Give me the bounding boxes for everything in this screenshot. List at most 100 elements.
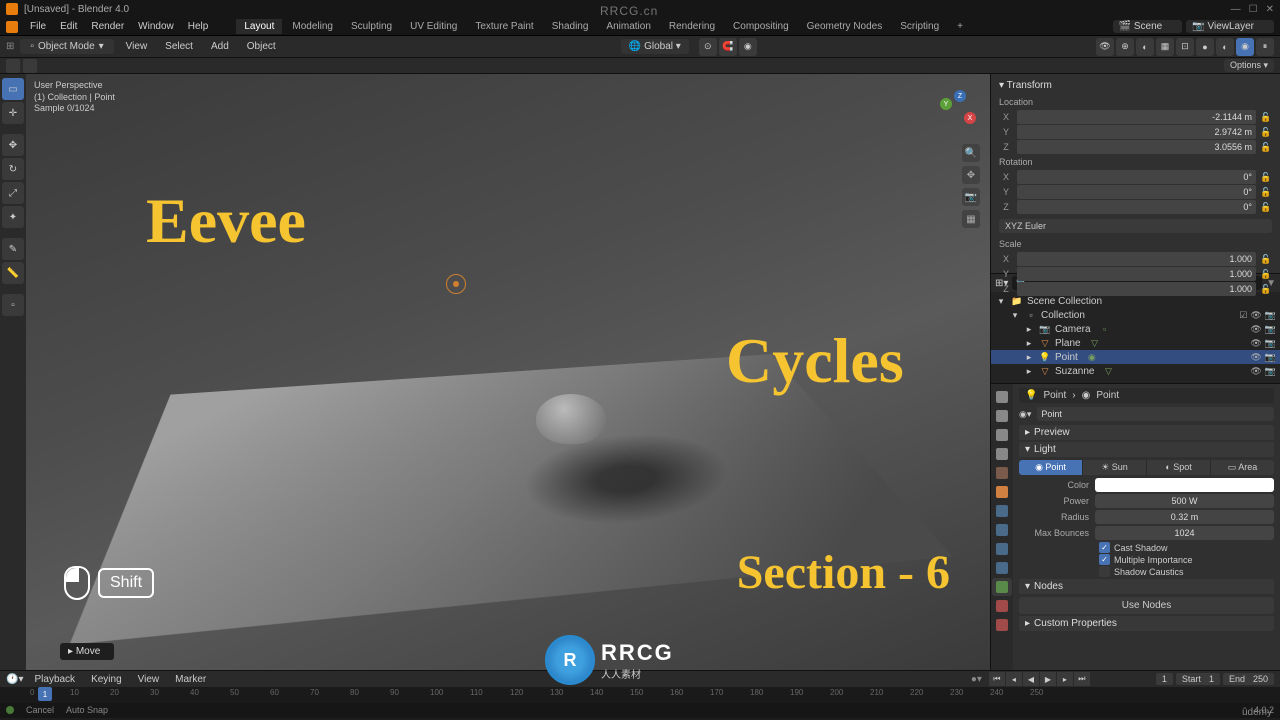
- rotate-tool[interactable]: ↻: [2, 158, 24, 180]
- lock-icon[interactable]: 🔓: [1260, 172, 1272, 183]
- cursor-tool[interactable]: ✛: [2, 102, 24, 124]
- tab-object[interactable]: [992, 483, 1012, 501]
- snap-icon[interactable]: 🧲: [719, 38, 737, 56]
- tab-scene[interactable]: [992, 445, 1012, 463]
- shading-rendered-icon[interactable]: ◉: [1236, 38, 1254, 56]
- tab-uv[interactable]: UV Editing: [402, 19, 465, 34]
- end-frame[interactable]: End 250: [1223, 673, 1274, 685]
- tab-shading[interactable]: Shading: [544, 19, 597, 34]
- tab-modeling[interactable]: Modeling: [284, 19, 341, 34]
- transform-tool[interactable]: ✦: [2, 206, 24, 228]
- 3d-viewport[interactable]: User Perspective (1) Collection | Point …: [26, 74, 990, 670]
- menu-help[interactable]: Help: [182, 20, 215, 33]
- timeline-mode-icon[interactable]: 🕐▾: [6, 674, 23, 685]
- custom-props-header[interactable]: ▸ Custom Properties: [1019, 616, 1274, 631]
- tab-rendering[interactable]: Rendering: [661, 19, 723, 34]
- lock-icon[interactable]: 🔓: [1260, 254, 1272, 265]
- outliner-collection[interactable]: ▾▫Collection☑👁📷: [991, 308, 1280, 322]
- cast-shadow-checkbox[interactable]: ✓: [1099, 542, 1110, 553]
- lock-icon[interactable]: 🔓: [1260, 127, 1272, 138]
- play-icon[interactable]: ▶: [1040, 672, 1056, 686]
- menu-view-tl[interactable]: View: [133, 673, 165, 686]
- multiple-importance-checkbox[interactable]: ✓: [1099, 554, 1110, 565]
- tab-layout[interactable]: Layout: [236, 19, 282, 34]
- tab-viewlayer[interactable]: [992, 426, 1012, 444]
- menu-keying[interactable]: Keying: [86, 673, 127, 686]
- menu-view[interactable]: View: [120, 40, 154, 53]
- shadow-caustics-checkbox[interactable]: [1099, 566, 1110, 577]
- scl-x[interactable]: 1.000: [1017, 252, 1256, 266]
- mode-selector[interactable]: ▫ Object Mode ▾: [20, 39, 113, 54]
- menu-playback[interactable]: Playback: [29, 673, 80, 686]
- rot-x[interactable]: 0°: [1017, 170, 1256, 184]
- viewlayer-selector[interactable]: 📷 ViewLayer: [1186, 20, 1274, 33]
- outliner-suzanne[interactable]: ▸▽Suzanne▽👁📷: [991, 364, 1280, 378]
- menu-render[interactable]: Render: [85, 20, 130, 33]
- transform-header[interactable]: ▾ Transform: [991, 78, 1280, 93]
- lock-icon[interactable]: 🔓: [1260, 269, 1272, 280]
- rot-z[interactable]: 0°: [1017, 200, 1256, 214]
- tab-compositing[interactable]: Compositing: [725, 19, 797, 34]
- axis-x[interactable]: X: [964, 112, 976, 124]
- playhead[interactable]: 1: [38, 687, 52, 701]
- navigation-gizmo[interactable]: Z Y X: [936, 90, 980, 134]
- axis-y[interactable]: Y: [940, 98, 952, 110]
- tab-render[interactable]: [992, 388, 1012, 406]
- perspective-icon[interactable]: ▦: [962, 210, 980, 228]
- scale-tool[interactable]: ⤢: [2, 182, 24, 204]
- properties-breadcrumb[interactable]: 💡Point › ◉Point: [1019, 388, 1274, 403]
- menu-marker[interactable]: Marker: [170, 673, 211, 686]
- menu-file[interactable]: File: [24, 20, 52, 33]
- light-gizmo[interactable]: [446, 274, 466, 294]
- outliner-camera[interactable]: ▸📷Camera▫👁📷: [991, 322, 1280, 336]
- axis-z[interactable]: Z: [954, 90, 966, 102]
- tab-animation[interactable]: Animation: [598, 19, 658, 34]
- color-swatch[interactable]: [1095, 478, 1274, 492]
- menu-add[interactable]: Add: [205, 40, 235, 53]
- tab-particles[interactable]: [992, 521, 1012, 539]
- outliner-plane[interactable]: ▸▽Plane▽👁📷: [991, 336, 1280, 350]
- light-header[interactable]: ▾ Light: [1019, 442, 1274, 457]
- tab-geonodes[interactable]: Geometry Nodes: [799, 19, 891, 34]
- visibility-icon[interactable]: 👁: [1096, 38, 1114, 56]
- maxbounces-field[interactable]: 1024: [1095, 526, 1274, 540]
- menu-object[interactable]: Object: [241, 40, 282, 53]
- preview-header[interactable]: ▸ Preview: [1019, 425, 1274, 440]
- light-type-point[interactable]: ◉ Point: [1019, 460, 1083, 475]
- start-frame[interactable]: Start 1: [1176, 673, 1220, 685]
- camera-view-icon[interactable]: 📷: [962, 188, 980, 206]
- add-cube-tool[interactable]: ▫: [2, 294, 24, 316]
- maximize-icon[interactable]: ☐: [1249, 4, 1258, 15]
- loc-y[interactable]: 2.9742 m: [1017, 125, 1256, 139]
- loc-z[interactable]: 3.0556 m: [1017, 140, 1256, 154]
- use-nodes-button[interactable]: Use Nodes: [1019, 597, 1274, 614]
- shading-matpreview-icon[interactable]: ◐: [1216, 38, 1234, 56]
- shading-solid-icon[interactable]: ●: [1196, 38, 1214, 56]
- tab-sculpting[interactable]: Sculpting: [343, 19, 400, 34]
- nodes-header[interactable]: ▾ Nodes: [1019, 579, 1274, 594]
- tab-scripting[interactable]: Scripting: [892, 19, 947, 34]
- current-frame[interactable]: 1: [1156, 673, 1173, 685]
- orientation-selector[interactable]: 🌐 Global ▾: [621, 39, 689, 54]
- autokey-icon[interactable]: ●▾: [971, 674, 982, 685]
- lock-icon[interactable]: 🔓: [1260, 187, 1272, 198]
- jump-end-icon[interactable]: ⏭: [1074, 672, 1090, 686]
- lock-icon[interactable]: 🔓: [1260, 112, 1272, 123]
- minimize-icon[interactable]: —: [1231, 4, 1241, 15]
- shading-wireframe-icon[interactable]: ⊡: [1176, 38, 1194, 56]
- pivot-icon[interactable]: ⊙: [699, 38, 717, 56]
- cursor-tool-icon[interactable]: [23, 59, 37, 73]
- radius-field[interactable]: 0.32 m: [1095, 510, 1274, 524]
- measure-tool[interactable]: 📏: [2, 262, 24, 284]
- overlay-toggle-icon[interactable]: ◐: [1136, 38, 1154, 56]
- tab-modifiers[interactable]: [992, 502, 1012, 520]
- play-reverse-icon[interactable]: ◀: [1023, 672, 1039, 686]
- outliner-point[interactable]: ▸💡Point◉👁📷: [991, 350, 1280, 364]
- lock-icon[interactable]: 🔓: [1260, 142, 1272, 153]
- rotation-mode[interactable]: XYZ Euler: [999, 219, 1272, 233]
- menu-window[interactable]: Window: [132, 20, 180, 33]
- close-icon[interactable]: ✕: [1266, 4, 1274, 15]
- tab-texture[interactable]: [992, 616, 1012, 634]
- xray-icon[interactable]: ▦: [1156, 38, 1174, 56]
- options-dropdown[interactable]: Options ▾: [1224, 59, 1274, 72]
